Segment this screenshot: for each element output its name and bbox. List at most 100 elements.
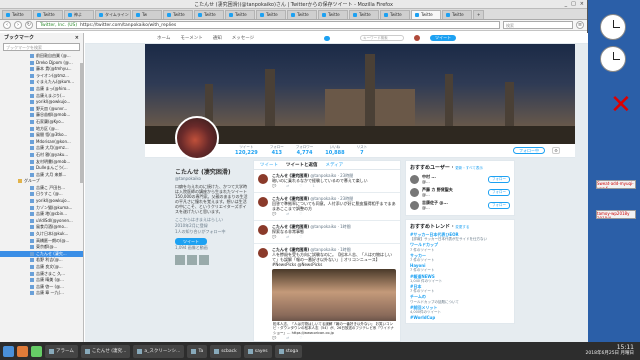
media-thumbnail[interactable]: [199, 255, 209, 265]
suggested-user[interactable]: 芦藤 カ 野貸聖夫 @... フォロー: [410, 186, 510, 199]
like-icon[interactable]: ♡: [299, 184, 302, 189]
bookmark-item[interactable]: 藤谷苗郁(@mob...: [0, 112, 83, 119]
desktop-note-1[interactable]: Sweat-add-myuqi-ung-f: [596, 180, 636, 189]
media-thumbnail[interactable]: [175, 255, 185, 265]
bookmark-item[interactable]: 吉康 章 一九(...: [0, 290, 83, 297]
bookmark-item[interactable]: こたんせ (凄究...: [0, 250, 83, 258]
bookmark-item[interactable]: 若野 利吉(@...: [0, 257, 83, 264]
browser-tab[interactable]: 神よ: [64, 10, 94, 19]
tweet-to-button[interactable]: ツイート: [175, 238, 207, 245]
bookmark-item[interactable]: カゾン猫(@kuma...: [0, 205, 83, 212]
reply-icon[interactable]: 💬: [272, 212, 276, 217]
browser-tab[interactable]: Twitte: [318, 10, 348, 19]
bookmark-item[interactable]: 吉康えまぶり(...: [0, 93, 83, 100]
browser-tab[interactable]: Twitte: [225, 10, 255, 19]
retweet-icon[interactable]: ⇄: [286, 184, 289, 189]
tab-tweets[interactable]: ツイート: [260, 161, 278, 169]
trend-tag[interactable]: #WorldCup: [410, 315, 510, 320]
bookmark-search-input[interactable]: ブックマークを検索: [3, 43, 80, 51]
profile-stat[interactable]: いいね 10,888: [325, 145, 344, 156]
bookmark-item[interactable]: yorikl(@owkujo...: [0, 99, 83, 106]
media-thumbnail[interactable]: [187, 255, 197, 265]
desktop-note-2[interactable]: tamoy-wp2018y 2018/4: [596, 210, 636, 219]
site-identity[interactable]: Twitter, Inc. (US): [40, 22, 77, 28]
trend-item[interactable]: サッカー 7 件のツイート: [410, 253, 510, 263]
suggested-user-avatar[interactable]: [410, 201, 419, 210]
bookmark-item[interactable]: uVdlSdl(@yonen...: [0, 218, 83, 225]
like-icon[interactable]: ♡: [299, 235, 302, 240]
tweet-avatar[interactable]: [258, 248, 268, 258]
twitter-search-input[interactable]: キーワード検索: [360, 35, 405, 41]
forward-button[interactable]: ›: [14, 21, 22, 29]
trend-item[interactable]: #前回メリット 4,000件のツイート: [410, 305, 510, 315]
follow-button[interactable]: フォロー: [488, 176, 510, 183]
profile-stat[interactable]: リスト 7: [357, 145, 368, 156]
taskbar-task-button[interactable]: sayes: [243, 344, 272, 358]
suggested-user[interactable]: 中村 ... @... フォロー: [410, 173, 510, 186]
browser-tab[interactable]: Twitte: [256, 10, 286, 19]
bookmark-item[interactable]: 吉康 晴美 (@...: [0, 277, 83, 284]
terminal-launcher-icon[interactable]: [31, 345, 42, 357]
retweet-icon[interactable]: ⇄: [286, 336, 289, 341]
tweet-photo[interactable]: 松本人志、「人は刃物はしいてる誤解「報の一番好き以外ない」 お笑いコンビ・ダウン…: [272, 269, 396, 336]
bookmark-item[interactable]: 地方区 (@...: [0, 126, 83, 133]
follow-button[interactable]: フォロー: [488, 189, 510, 196]
bookmark-item[interactable]: 石村 雅(@yaku...: [0, 152, 83, 159]
bookmark-item[interactable]: 石家蘭(@Kyo...: [0, 119, 83, 126]
nav-moments[interactable]: モーメント: [180, 35, 202, 41]
bookmark-item[interactable]: 風間 悟(@3tko...: [0, 132, 83, 139]
account-avatar[interactable]: [414, 35, 421, 41]
bookmark-item[interactable]: 友村明書(@mob...: [0, 159, 83, 166]
minimize-button[interactable]: _: [565, 1, 568, 7]
browser-tab[interactable]: Twitte: [33, 10, 63, 19]
bookmark-item[interactable]: 久け日本(@kuk...: [0, 231, 83, 238]
suggested-user[interactable]: 吉康佐子 @... @... フォロー: [410, 199, 510, 212]
profile-stat[interactable]: ツイート 120,229: [235, 145, 258, 156]
gear-icon[interactable]: ⚙: [552, 147, 560, 154]
url-bar[interactable]: Twitter, Inc. (US) https://twitter.com/t…: [36, 21, 500, 29]
bookmark-item[interactable]: 野天皿 (@unvr...: [0, 106, 83, 113]
tweet-avatar[interactable]: [258, 174, 268, 184]
browser-tab[interactable]: Twitte: [442, 10, 472, 19]
trend-item[interactable]: #日本 7 件のツイート: [410, 284, 510, 294]
reply-icon[interactable]: 💬: [272, 336, 276, 341]
sidebar-close-icon[interactable]: ×: [75, 33, 79, 43]
suggested-user-name[interactable]: 吉康佐子 @...: [422, 200, 485, 206]
tweet-item[interactable]: こたんせ (凄究困滑) @tanpokaiko · 23時間 暗いのに乗れるなかで…: [254, 170, 400, 193]
nav-messages[interactable]: メッセージ: [232, 35, 254, 41]
taskbar-task-button[interactable]: scback: [210, 344, 241, 358]
browser-tab[interactable]: タイムライン: [95, 10, 131, 19]
retweet-icon[interactable]: ⇄: [286, 212, 289, 217]
bookmark-item[interactable]: yorikl(@owkujo...: [0, 198, 83, 205]
firefox-launcher-icon[interactable]: [17, 345, 28, 357]
suggested-user-name[interactable]: 芦藤 カ 野貸聖夫: [422, 187, 485, 193]
like-icon[interactable]: ♡: [299, 336, 302, 341]
new-tab-button[interactable]: +: [473, 10, 485, 19]
taskbar-task-button[interactable]: こたんせ (凄究...: [80, 344, 131, 358]
bookmark-item[interactable]: 吉康 大月(@mz...: [0, 145, 83, 152]
bookmark-item[interactable]: 吉康さまこ 久...: [0, 271, 83, 278]
back-button[interactable]: ‹: [3, 21, 11, 29]
bookmark-item[interactable]: Dulleまんごう(...: [0, 165, 83, 172]
bookmark-item[interactable]: 東京都(@...: [0, 244, 83, 251]
bookmark-item[interactable]: Dreko Djpom (@...: [0, 60, 83, 67]
following-button[interactable]: フォロー中: [513, 147, 545, 154]
reload-button[interactable]: ↻: [25, 21, 33, 29]
taskbar-task-button[interactable]: Ta: [187, 344, 208, 358]
browser-tab[interactable]: Twitte: [194, 10, 224, 19]
bookmark-item[interactable]: 吉康 良文(@...: [0, 264, 83, 271]
trend-item[interactable]: #WorldCup: [410, 315, 510, 320]
trend-item[interactable]: Hayoni 7 件のツイート: [410, 263, 510, 273]
tweet-item[interactable]: こたんせ (凄究困滑) @tanpokaiko · 1時間 人を惨殺を受も方向に試…: [254, 244, 400, 341]
bookmark-item[interactable]: ぐまえたん(@kum...: [0, 79, 83, 86]
suggested-user-avatar[interactable]: [410, 188, 419, 197]
bookmark-item[interactable]: 前田敦自由業 (@...: [0, 53, 83, 60]
bookmark-item[interactable]: 藤本 貴(@tmhyu...: [0, 66, 83, 73]
bookmark-item[interactable]: 吉康 まっ(@hiro...: [0, 86, 83, 93]
refresh-link[interactable]: 更新・すべて表示: [455, 166, 483, 170]
bookmark-item[interactable]: 日りすこ (@...: [0, 191, 83, 198]
tab-tweets-and-replies[interactable]: ツイートと返信: [286, 161, 318, 169]
bookmark-item[interactable]: 吉康 啓一 (@...: [0, 284, 83, 291]
suggested-user-avatar[interactable]: [410, 175, 419, 184]
like-icon[interactable]: ♡: [299, 212, 302, 217]
